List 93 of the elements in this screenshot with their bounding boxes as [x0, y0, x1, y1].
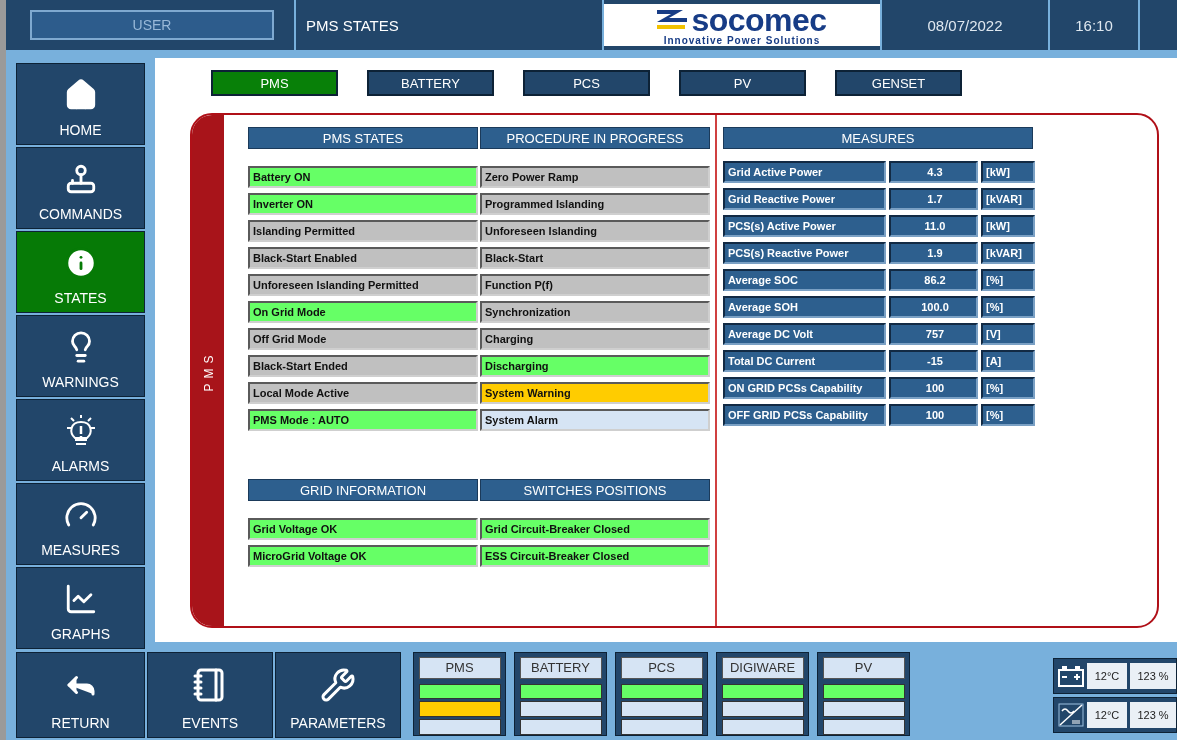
measure-name: Average SOC [723, 269, 886, 291]
measure-unit: [kW] [981, 161, 1035, 183]
status-cell: Black-Start [480, 247, 710, 269]
status-cell: Programmed Islanding [480, 193, 710, 215]
module-label: DIGIWARE [721, 657, 804, 679]
status-cell: Synchronization [480, 301, 710, 323]
column-header: PMS STATES [248, 127, 478, 149]
status-cell: PMS Mode : AUTO [248, 409, 478, 431]
measure-unit: [%] [981, 269, 1035, 291]
sensor-reading: 123 % [1130, 663, 1176, 689]
measure-name: Average DC Volt [723, 323, 886, 345]
measure-name: PCS(s) Active Power [723, 215, 886, 237]
sidebar-item[interactable]: STATES [16, 231, 145, 313]
module-label: PMS [418, 657, 501, 679]
status-cell: System Alarm [480, 409, 710, 431]
measure-value: 100.0 [889, 296, 978, 318]
column-header: PROCEDURE IN PROGRESS [480, 127, 710, 149]
measure-name: Average SOH [723, 296, 886, 318]
status-cell: Islanding Permitted [248, 220, 478, 242]
measure-name: ON GRID PCSs Capability [723, 377, 886, 399]
measure-value: 100 [889, 404, 978, 426]
module-label: PV [822, 657, 905, 679]
module-label: PCS [620, 657, 703, 679]
column-header: GRID INFORMATION [248, 479, 478, 501]
logo-tagline: Innovative Power Solutions [663, 34, 821, 46]
temperature-value: 12°C [1087, 663, 1127, 689]
status-cell: Function P(f) [480, 274, 710, 296]
status-cell: Unforeseen Islanding Permitted [248, 274, 478, 296]
sidebar-item[interactable]: WARNINGS [16, 315, 145, 397]
tab[interactable]: GENSET [835, 70, 962, 96]
sidebar-item[interactable]: GRAPHS [16, 567, 145, 649]
status-cell: Black-Start Enabled [248, 247, 478, 269]
status-cell: Off Grid Mode [248, 328, 478, 350]
temperature-value: 12°C [1087, 702, 1127, 728]
status-cell: Zero Power Ramp [480, 166, 710, 188]
status-cell: Grid Circuit-Breaker Closed [480, 518, 710, 540]
time-text: 16:10 [1074, 16, 1114, 34]
screen-title: PMS STATES [305, 16, 399, 34]
measure-value: 4.3 [889, 161, 978, 183]
measure-unit: [kW] [981, 215, 1035, 237]
tab[interactable]: PV [679, 70, 806, 96]
logo-mark-icon [657, 9, 688, 30]
status-cell: Grid Voltage OK [248, 518, 478, 540]
panel-label: PMS [201, 350, 215, 391]
battery-icon [1058, 665, 1084, 687]
measure-value: 100 [889, 377, 978, 399]
wrench-icon [320, 667, 356, 703]
measure-unit: [kVAR] [981, 188, 1035, 210]
tab[interactable]: PMS [211, 70, 338, 96]
column-header: SWITCHES POSITIONS [480, 479, 710, 501]
measure-unit: [V] [981, 323, 1035, 345]
measure-name: Grid Reactive Power [723, 188, 886, 210]
sidebar-item[interactable]: HOME [16, 63, 145, 145]
status-cell: Black-Start Ended [248, 355, 478, 377]
tab[interactable]: BATTERY [367, 70, 494, 96]
measure-unit: [%] [981, 296, 1035, 318]
measure-unit: [A] [981, 350, 1035, 372]
status-cell: Charging [480, 328, 710, 350]
sidebar-item[interactable]: MEASURES [16, 483, 145, 565]
logo-text: socomec [691, 4, 827, 35]
measure-unit: [%] [981, 377, 1035, 399]
measure-unit: [kVAR] [981, 242, 1035, 264]
measure-value: -15 [889, 350, 978, 372]
status-cell: ESS Circuit-Breaker Closed [480, 545, 710, 567]
status-cell: Unforeseen Islanding [480, 220, 710, 242]
status-cell: Discharging [480, 355, 710, 377]
measure-name: Total DC Current [723, 350, 886, 372]
status-cell: MicroGrid Voltage OK [248, 545, 478, 567]
column-header: MEASURES [723, 127, 1033, 149]
sensor-reading: 123 % [1130, 702, 1176, 728]
status-cell: Battery ON [248, 166, 478, 188]
sidebar-item[interactable]: ALARMS [16, 399, 145, 481]
measure-unit: [%] [981, 404, 1035, 426]
measure-value: 1.9 [889, 242, 978, 264]
nav-button[interactable]: PARAMETERS [275, 652, 401, 738]
sidebar-item[interactable]: COMMANDS [16, 147, 145, 229]
measure-name: OFF GRID PCSs Capability [723, 404, 886, 426]
date-text: 08/07/2022 [926, 16, 1004, 34]
measure-value: 1.7 [889, 188, 978, 210]
measure-name: Grid Active Power [723, 161, 886, 183]
measure-name: PCS(s) Reactive Power [723, 242, 886, 264]
status-cell: On Grid Mode [248, 301, 478, 323]
measure-value: 11.0 [889, 215, 978, 237]
status-cell: Local Mode Active [248, 382, 478, 404]
nav-button[interactable]: EVENTS [147, 652, 273, 738]
measure-value: 86.2 [889, 269, 978, 291]
tab[interactable]: PCS [523, 70, 650, 96]
inverter-icon [1058, 703, 1084, 727]
module-label: BATTERY [519, 657, 602, 679]
status-cell: Inverter ON [248, 193, 478, 215]
status-cell: System Warning [480, 382, 710, 404]
nav-button[interactable]: RETURN [16, 652, 145, 738]
measure-value: 757 [889, 323, 978, 345]
